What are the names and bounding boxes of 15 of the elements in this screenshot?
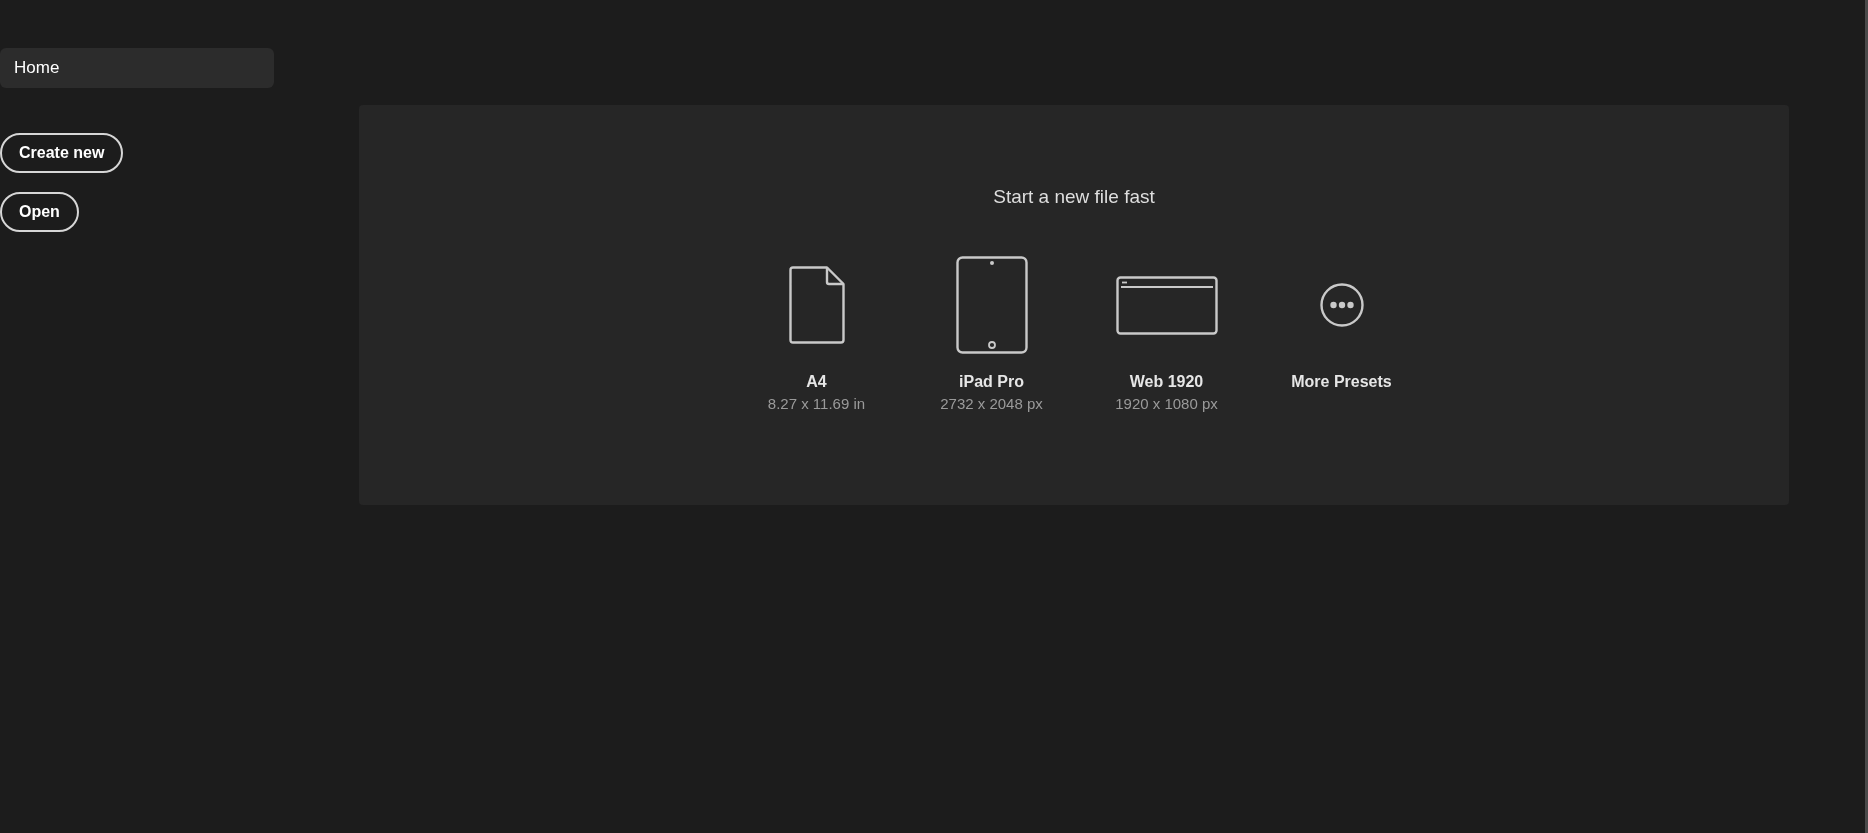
document-icon[interactable] <box>788 266 845 344</box>
preset-size: 2732 x 2048 px <box>940 394 1043 414</box>
sidebar-item[interactable]: Home <box>0 48 274 88</box>
panel-title: Start a new file fast <box>993 185 1155 209</box>
create-new-button[interactable]: Create new <box>0 133 124 173</box>
browser-window-icon[interactable] <box>1115 275 1218 335</box>
preset-name[interactable]: iPad Pro <box>959 371 1024 393</box>
preset-size: 8.27 x 11.69 in <box>767 394 866 414</box>
more-icon[interactable] <box>1319 283 1364 327</box>
preset-name[interactable]: Web 1920 <box>1129 371 1204 393</box>
preset-size: 1920 x 1080 px <box>1115 394 1218 414</box>
open-button[interactable]: Open <box>0 192 79 232</box>
preset-name[interactable]: A4 <box>806 371 827 393</box>
preset-name[interactable]: More Presets <box>1291 371 1392 393</box>
tablet-icon[interactable] <box>955 256 1028 354</box>
